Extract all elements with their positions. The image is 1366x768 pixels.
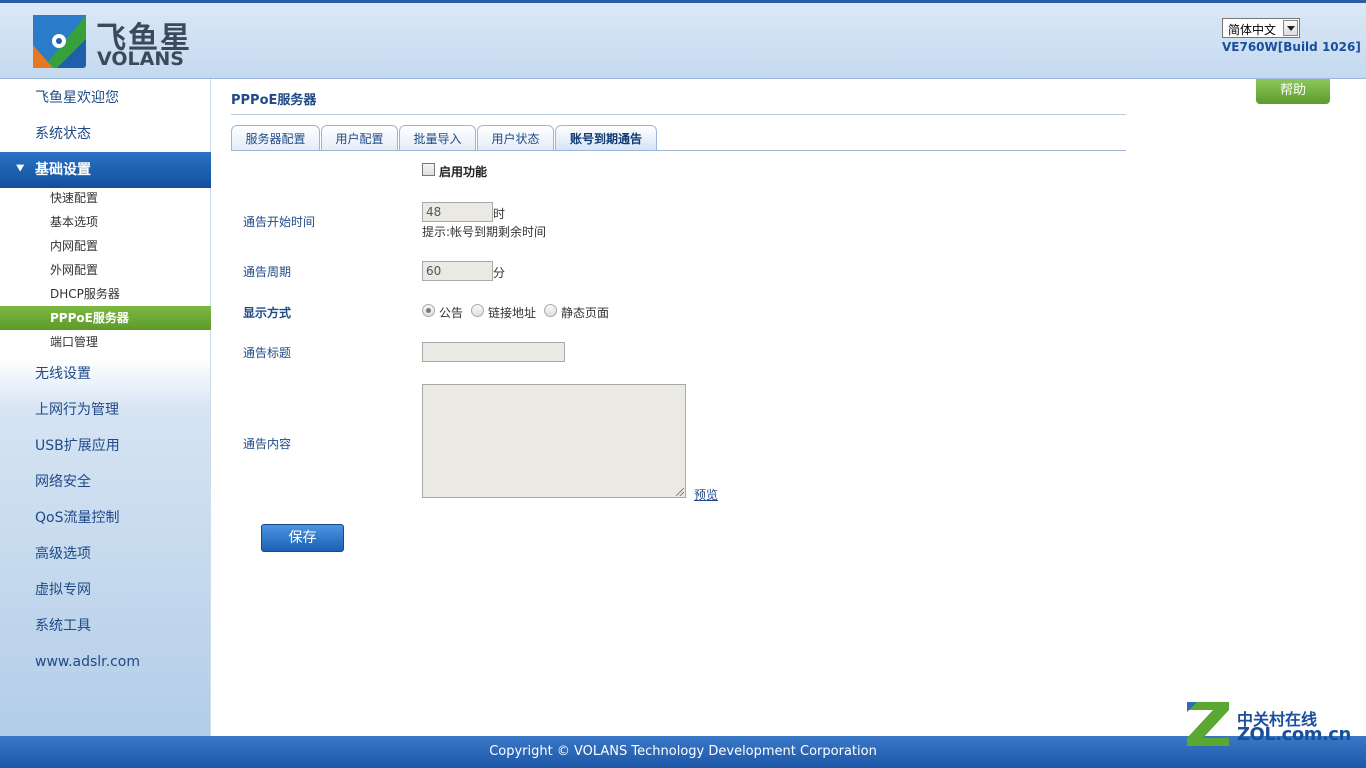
period-label: 通告周期	[243, 265, 292, 279]
sidebar-item-label: 无线设置	[35, 366, 91, 382]
header: 飞鱼星 VOLANS 简体中文 VE760W[Build 1026]	[0, 0, 1366, 79]
firmware-version: VE760W[Build 1026]	[1222, 40, 1361, 54]
volans-logo[interactable]: 飞鱼星 VOLANS	[33, 15, 193, 71]
footer-copyright: Copyright © VOLANS Technology Developmen…	[0, 736, 1366, 768]
sidebar-item-label: QoS流量控制	[35, 510, 120, 526]
start-time-input[interactable]: 48	[422, 202, 493, 222]
sidebar-item-advanced[interactable]: 高级选项	[0, 536, 211, 572]
sidebar-subitem-lan-config[interactable]: 内网配置	[0, 234, 211, 258]
sidebar-item-label: 上网行为管理	[35, 402, 119, 418]
start-time-hint: 提示:帐号到期剩余时间	[422, 225, 547, 239]
sidebar-item-website-link[interactable]: www.adslr.com	[0, 644, 211, 680]
language-value: 简体中文	[1228, 23, 1277, 37]
sidebar-subitem-pppoe-server[interactable]: PPPoE服务器	[0, 306, 211, 330]
zol-watermark-en: ZOL.com.cn	[1237, 724, 1351, 745]
resize-grip-icon[interactable]	[676, 488, 684, 496]
save-button[interactable]: 保存	[261, 524, 344, 552]
sidebar-item-qos[interactable]: QoS流量控制	[0, 500, 211, 536]
period-unit: 分	[493, 266, 506, 280]
title-divider	[231, 114, 1126, 115]
start-time-label: 通告开始时间	[243, 215, 316, 229]
period-input[interactable]: 60	[422, 261, 493, 281]
radio-static-page[interactable]	[544, 304, 557, 317]
sidebar-item-system-status[interactable]: 系统状态	[0, 116, 211, 152]
help-button[interactable]: 帮助	[1256, 79, 1330, 104]
volans-logo-icon	[33, 15, 86, 68]
sidebar-item-label: 基础设置	[35, 162, 91, 178]
sidebar-item-label: 网络安全	[35, 474, 91, 490]
sidebar-item-usb[interactable]: USB扩展应用	[0, 428, 211, 464]
language-select[interactable]: 简体中文	[1222, 18, 1300, 38]
chevron-down-icon[interactable]	[1283, 20, 1298, 36]
notice-title-label: 通告标题	[243, 346, 292, 360]
sidebar-subitem-quick-config[interactable]: 快速配置	[0, 186, 211, 210]
radio-announcement[interactable]	[422, 304, 435, 317]
sidebar-subitem-label: 快速配置	[50, 191, 99, 205]
sidebar-item-label: 系统状态	[35, 126, 91, 142]
sidebar-subitem-label: 端口管理	[50, 335, 99, 349]
sidebar-subitem-wan-config[interactable]: 外网配置	[0, 258, 211, 282]
tab-account-expiry-notice[interactable]: 账号到期通告	[555, 125, 657, 151]
tab-server-config[interactable]: 服务器配置	[231, 125, 320, 151]
tab-batch-import[interactable]: 批量导入	[399, 125, 476, 151]
notice-content-textarea[interactable]	[422, 384, 686, 498]
sidebar-subitem-label: PPPoE服务器	[50, 311, 129, 325]
sidebar-item-label: USB扩展应用	[35, 438, 120, 454]
sidebar-subitem-label: DHCP服务器	[50, 287, 120, 301]
sidebar-item-label: 虚拟专网	[35, 582, 91, 598]
tab-user-config[interactable]: 用户配置	[321, 125, 398, 151]
display-mode-label: 显示方式	[243, 306, 292, 320]
page-title: PPPoE服务器	[231, 93, 317, 108]
radio-link-address[interactable]	[471, 304, 484, 317]
tab-divider	[231, 150, 1126, 151]
logo-en-text: VOLANS	[97, 48, 184, 70]
notice-content-label: 通告内容	[243, 437, 292, 451]
sidebar-item-vpn[interactable]: 虚拟专网	[0, 572, 211, 608]
radio-link-address-label: 链接地址	[488, 306, 537, 320]
sidebar-subitem-label: 外网配置	[50, 263, 99, 277]
sidebar-item-welcome[interactable]: 飞鱼星欢迎您	[0, 80, 211, 116]
zol-watermark: 中关村在线 ZOL.com.cn	[1183, 698, 1353, 754]
sidebar-item-label: 系统工具	[35, 618, 91, 634]
zol-logo-icon	[1187, 702, 1229, 746]
enable-checkbox[interactable]	[422, 163, 435, 176]
sidebar-subitem-label: 基本选项	[50, 215, 99, 229]
sidebar: 飞鱼星欢迎您 系统状态 ⯆ 基础设置 快速配置 基本选项 内网配置 外网配置 D…	[0, 79, 211, 736]
double-chevron-down-icon: ⯆	[15, 162, 26, 177]
sidebar-item-label: 飞鱼星欢迎您	[35, 90, 119, 106]
sidebar-subitem-label: 内网配置	[50, 239, 99, 253]
tab-user-status[interactable]: 用户状态	[477, 125, 554, 151]
sidebar-item-label: 高级选项	[35, 546, 91, 562]
sidebar-subitem-basic-options[interactable]: 基本选项	[0, 210, 211, 234]
start-time-unit: 时	[493, 207, 506, 221]
sidebar-subitem-port-management[interactable]: 端口管理	[0, 330, 211, 354]
sidebar-item-basic-settings[interactable]: ⯆ 基础设置	[0, 152, 211, 188]
radio-announcement-label: 公告	[439, 306, 464, 320]
enable-label: 启用功能	[439, 165, 488, 179]
sidebar-item-behavior-management[interactable]: 上网行为管理	[0, 392, 211, 428]
preview-link[interactable]: 预览	[694, 486, 718, 503]
sidebar-item-network-security[interactable]: 网络安全	[0, 464, 211, 500]
notice-title-input[interactable]	[422, 342, 565, 362]
sidebar-item-label: www.adslr.com	[35, 654, 140, 670]
sidebar-subitem-dhcp-server[interactable]: DHCP服务器	[0, 282, 211, 306]
radio-static-page-label: 静态页面	[561, 306, 610, 320]
sidebar-item-wireless[interactable]: 无线设置	[0, 356, 211, 392]
sidebar-item-system-tools[interactable]: 系统工具	[0, 608, 211, 644]
